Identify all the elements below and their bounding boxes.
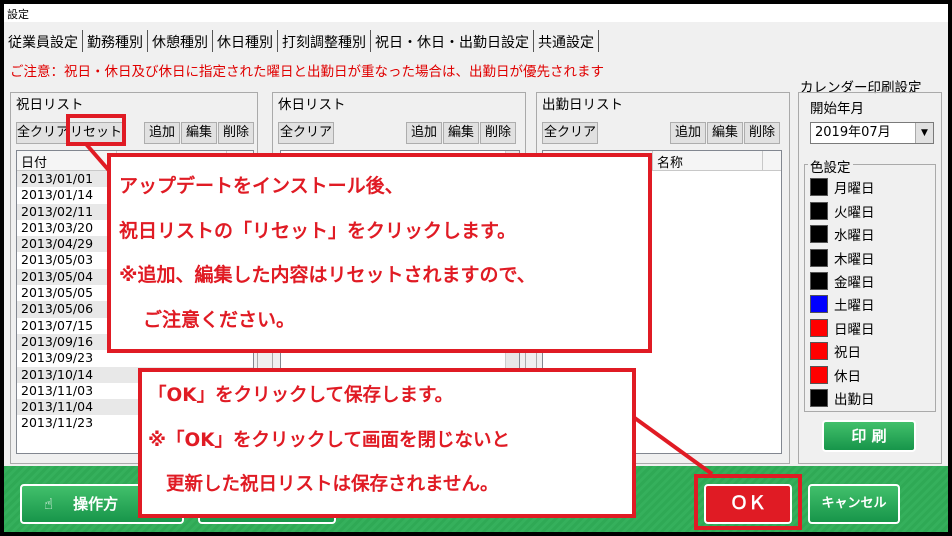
tab-break-type[interactable]: 休憩種別 bbox=[148, 30, 213, 52]
swatch-monday[interactable] bbox=[810, 178, 828, 196]
rest-add-button[interactable]: 追加 bbox=[406, 122, 442, 144]
tab-holiday-type[interactable]: 休日種別 bbox=[213, 30, 278, 52]
rest-delete-button[interactable]: 削除 bbox=[480, 122, 516, 144]
window-title: 設定 bbox=[4, 4, 948, 22]
work-name-column-header[interactable]: 名称 bbox=[653, 151, 763, 171]
swatch-saturday[interactable] bbox=[810, 295, 828, 313]
holiday-edit-button[interactable]: 編集 bbox=[181, 122, 217, 144]
cancel-button[interactable]: キャンセル bbox=[808, 484, 900, 524]
rest-list-label: 休日リスト bbox=[276, 93, 348, 113]
color-settings-label: 色設定 bbox=[808, 156, 853, 176]
tab-work-type[interactable]: 勤務種別 bbox=[83, 30, 148, 52]
color-row-thursday[interactable]: 木曜日 bbox=[810, 247, 875, 269]
work-clear-all-button[interactable]: 全クリア bbox=[542, 122, 598, 144]
start-month-label: 開始年月 bbox=[808, 97, 866, 117]
rest-clear-all-button[interactable]: 全クリア bbox=[278, 122, 334, 144]
reset-callout: アップデートをインストール後、 祝日リストの「リセット」をクリックします。 ※追… bbox=[107, 153, 652, 353]
reset-callout-line3: ※追加、編集した内容はリセットされますので、 bbox=[119, 264, 536, 286]
color-row-holiday[interactable]: 祝日 bbox=[810, 340, 861, 362]
reset-callout-line1: アップデートをインストール後、 bbox=[119, 175, 404, 197]
reset-callout-line2: 祝日リストの「リセット」をクリックします。 bbox=[119, 220, 517, 242]
ok-callout-line1: 「OK」をクリックして保存します。 bbox=[148, 385, 454, 406]
start-month-select[interactable]: 2019年07月 ▼ bbox=[810, 122, 934, 144]
color-row-friday[interactable]: 金曜日 bbox=[810, 270, 875, 292]
work-list-label: 出勤日リスト bbox=[540, 93, 625, 113]
swatch-tuesday[interactable] bbox=[810, 202, 828, 220]
color-row-work-day[interactable]: 出勤日 bbox=[810, 387, 875, 409]
hand-pointer-icon: ☝ bbox=[44, 495, 54, 513]
print-button[interactable]: 印 刷 bbox=[822, 420, 916, 452]
work-delete-button[interactable]: 削除 bbox=[744, 122, 780, 144]
tab-stamp-adjust[interactable]: 打刻調整種別 bbox=[278, 30, 371, 52]
color-row-monday[interactable]: 月曜日 bbox=[810, 176, 875, 198]
holiday-delete-button[interactable]: 削除 bbox=[218, 122, 254, 144]
tab-employee[interactable]: 従業員設定 bbox=[4, 30, 83, 52]
ok-callout-line3: 更新した祝日リストは保存されません。 bbox=[166, 474, 499, 495]
callout2-pointer bbox=[632, 414, 714, 476]
tab-holiday-settings[interactable]: 祝日・休日・出勤日設定 bbox=[371, 30, 534, 52]
start-month-value: 2019年07月 bbox=[815, 125, 891, 140]
swatch-wednesday[interactable] bbox=[810, 225, 828, 243]
ok-highlight-box bbox=[694, 474, 802, 530]
color-row-tuesday[interactable]: 火曜日 bbox=[810, 200, 875, 222]
color-row-rest-day[interactable]: 休日 bbox=[810, 364, 861, 386]
swatch-sunday[interactable] bbox=[810, 319, 828, 337]
color-label-holiday: 祝日 bbox=[834, 345, 861, 361]
rest-edit-button[interactable]: 編集 bbox=[443, 122, 479, 144]
swatch-thursday[interactable] bbox=[810, 249, 828, 267]
color-label-rest-day: 休日 bbox=[834, 369, 861, 385]
color-label-thursday: 木曜日 bbox=[834, 252, 875, 268]
color-label-friday: 金曜日 bbox=[834, 275, 875, 291]
swatch-work-day[interactable] bbox=[810, 389, 828, 407]
ok-callout: 「OK」をクリックして保存します。 ※「OK」をクリックして画面を閉じないと 更… bbox=[138, 368, 636, 518]
work-add-button[interactable]: 追加 bbox=[670, 122, 706, 144]
color-row-saturday[interactable]: 土曜日 bbox=[810, 293, 875, 315]
color-label-sunday: 日曜日 bbox=[834, 322, 875, 338]
color-label-wednesday: 水曜日 bbox=[834, 228, 875, 244]
chevron-down-icon[interactable]: ▼ bbox=[915, 123, 933, 143]
color-label-saturday: 土曜日 bbox=[834, 298, 875, 314]
color-label-work-day: 出勤日 bbox=[834, 392, 875, 408]
reset-callout-line4: ご注意ください。 bbox=[143, 309, 296, 331]
color-row-sunday[interactable]: 日曜日 bbox=[810, 317, 875, 339]
ok-callout-line2: ※「OK」をクリックして画面を閉じないと bbox=[148, 430, 510, 451]
swatch-holiday[interactable] bbox=[810, 342, 828, 360]
color-row-wednesday[interactable]: 水曜日 bbox=[810, 223, 875, 245]
tab-common[interactable]: 共通設定 bbox=[534, 30, 599, 52]
holiday-list-label: 祝日リスト bbox=[14, 93, 86, 113]
swatch-rest-day[interactable] bbox=[810, 366, 828, 384]
color-label-monday: 月曜日 bbox=[834, 181, 875, 197]
manual-button-label: 操作方 bbox=[73, 495, 119, 513]
holiday-clear-all-button[interactable]: 全クリア bbox=[16, 122, 69, 144]
tab-bar: 従業員設定 勤務種別 休憩種別 休日種別 打刻調整種別 祝日・休日・出勤日設定 … bbox=[4, 30, 599, 52]
swatch-friday[interactable] bbox=[810, 272, 828, 290]
color-label-tuesday: 火曜日 bbox=[834, 205, 875, 221]
work-edit-button[interactable]: 編集 bbox=[707, 122, 743, 144]
holiday-add-button[interactable]: 追加 bbox=[144, 122, 180, 144]
priority-notice: ご注意：祝日・休日及び休日に指定された曜日と出勤日が重なった場合は、出勤日が優先… bbox=[10, 64, 604, 80]
